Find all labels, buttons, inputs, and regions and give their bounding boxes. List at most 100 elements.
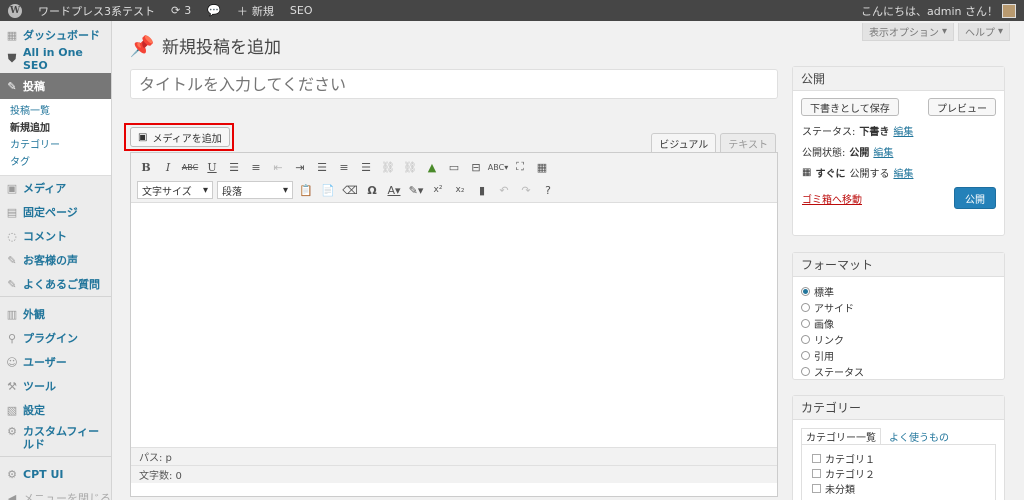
sidebar-item-faq[interactable]: ✎ よくあるご質問	[0, 272, 111, 296]
format-option-label: リンク	[814, 335, 844, 347]
editor-path-bar: パス: p	[131, 447, 777, 465]
save-draft-button[interactable]: 下書きとして保存	[801, 98, 899, 116]
sidebar-item-posts[interactable]: ✎ 投稿	[0, 73, 111, 99]
sidebar-item-tools[interactable]: ⚒ ツール	[0, 374, 111, 398]
move-to-trash-link[interactable]: ゴミ箱へ移動	[802, 191, 862, 206]
special-character-icon[interactable]: Ω	[363, 181, 381, 199]
bullet-list-icon[interactable]: ☰	[225, 158, 243, 176]
subscript-icon[interactable]: x₂	[451, 181, 469, 199]
underline-icon[interactable]: U	[203, 158, 221, 176]
format-option-image[interactable]: 画像	[793, 315, 1004, 331]
tab-most-used[interactable]: よく使うもの	[885, 428, 953, 444]
category-item[interactable]: カテゴリ２	[812, 466, 989, 481]
sidebar-item-cpt-ui[interactable]: ⚙ CPT UI	[0, 462, 111, 486]
redo-icon[interactable]: ↷	[517, 181, 535, 199]
text-color-icon[interactable]: A▾	[385, 181, 403, 199]
sidebar-item-testimonials[interactable]: ✎ お客様の声	[0, 248, 111, 272]
category-item[interactable]: 未分類	[812, 481, 989, 496]
edit-status-link[interactable]: 編集	[893, 123, 913, 138]
format-option-status[interactable]: ステータス	[793, 363, 1004, 379]
outdent-icon[interactable]: ⇤	[269, 158, 287, 176]
submenu-tags[interactable]: タグ	[0, 154, 111, 171]
radio[interactable]	[801, 334, 810, 344]
fullscreen-icon[interactable]: ⛶	[511, 158, 529, 176]
radio[interactable]	[801, 318, 810, 328]
radio[interactable]	[801, 350, 810, 360]
media-embed-icon[interactable]: ▮	[473, 181, 491, 199]
more-tag-icon[interactable]: ▭	[445, 158, 463, 176]
format-option-quote[interactable]: 引用	[793, 347, 1004, 363]
format-box-header[interactable]: フォーマット	[793, 253, 1004, 277]
numbered-list-icon[interactable]: ≡	[247, 158, 265, 176]
my-account-menu[interactable]: こんにちは、admin さん！	[853, 0, 1024, 21]
updates-link[interactable]: ⟳ 3	[163, 0, 199, 21]
link-icon[interactable]: ⛓	[379, 158, 397, 176]
sidebar-item-media[interactable]: ▣ メディア	[0, 176, 111, 200]
submenu-add-new[interactable]: 新規追加	[0, 120, 111, 137]
bold-icon[interactable]: B	[137, 158, 155, 176]
insert-image-icon[interactable]: ▲	[423, 158, 441, 176]
clear-formatting-icon[interactable]: ⌫	[341, 181, 359, 199]
unlink-icon[interactable]: ⛓	[401, 158, 419, 176]
paste-word-icon[interactable]: 📄	[319, 181, 337, 199]
font-size-select[interactable]: 文字サイズ ▾	[137, 181, 213, 199]
editor-content-area[interactable]	[131, 203, 777, 447]
checkbox[interactable]	[812, 454, 821, 463]
pin-icon: ✎	[7, 253, 17, 267]
tab-all-categories[interactable]: カテゴリー一覧	[801, 428, 881, 444]
tab-visual[interactable]: ビジュアル	[651, 133, 717, 152]
checkbox[interactable]	[812, 484, 821, 493]
format-option-aside[interactable]: アサイド	[793, 299, 1004, 315]
format-option-label: 画像	[814, 319, 834, 331]
preview-button[interactable]: プレビュー	[928, 98, 996, 116]
seo-menu-link[interactable]: SEO	[282, 0, 321, 21]
radio[interactable]	[801, 366, 810, 376]
sidebar-item-plugins[interactable]: ⚲ プラグイン	[0, 326, 111, 350]
collapse-menu-button[interactable]: ◀ メニューを閉じる	[0, 486, 111, 500]
italic-icon[interactable]: I	[159, 158, 177, 176]
background-color-icon[interactable]: ✎▾	[407, 181, 425, 199]
wordpress-logo-menu[interactable]: W	[0, 0, 30, 21]
format-option-link[interactable]: リンク	[793, 331, 1004, 347]
help-button[interactable]: ヘルプ ▾	[957, 23, 1010, 41]
site-name-link[interactable]: ワードプレス3系テスト	[30, 0, 163, 21]
sidebar-item-users[interactable]: ☺ ユーザー	[0, 350, 111, 374]
align-right-icon[interactable]: ☰	[357, 158, 375, 176]
screen-options-button[interactable]: 表示オプション ▾	[861, 23, 954, 41]
format-select[interactable]: 段落 ▾	[217, 181, 293, 199]
help-icon[interactable]: ?	[539, 181, 557, 199]
sidebar-item-pages[interactable]: ▤ 固定ページ	[0, 200, 111, 224]
undo-icon[interactable]: ↶	[495, 181, 513, 199]
sidebar-item-all-in-one-seo[interactable]: ⛊ All in One SEO	[0, 46, 111, 72]
sidebar-item-comments[interactable]: ◌ コメント	[0, 224, 111, 248]
category-item[interactable]: カテゴリ１	[812, 451, 989, 466]
indent-icon[interactable]: ⇥	[291, 158, 309, 176]
publish-button[interactable]: 公開	[954, 187, 996, 209]
radio-selected[interactable]	[801, 286, 810, 296]
format-option-standard[interactable]: 標準	[793, 283, 1004, 299]
radio[interactable]	[801, 302, 810, 312]
align-left-icon[interactable]: ☰	[313, 158, 331, 176]
comments-link[interactable]: 💬	[199, 0, 229, 21]
category-box-header[interactable]: カテゴリー	[793, 396, 1004, 420]
spellcheck-icon[interactable]: ABC▾	[488, 158, 508, 176]
checkbox[interactable]	[812, 469, 821, 478]
kitchen-sink-icon[interactable]: ▦	[533, 158, 551, 176]
edit-visibility-link[interactable]: 編集	[873, 144, 893, 159]
submenu-all-posts[interactable]: 投稿一覧	[0, 103, 111, 120]
paste-text-icon[interactable]: 📋	[297, 181, 315, 199]
page-break-icon[interactable]: ⊟	[467, 158, 485, 176]
publish-box-header[interactable]: 公開	[793, 67, 1004, 91]
new-content-link[interactable]: ＋新規	[229, 0, 282, 21]
edit-schedule-link[interactable]: 編集	[893, 165, 913, 180]
align-center-icon[interactable]: ≡	[335, 158, 353, 176]
sidebar-item-dashboard[interactable]: ▦ ダッシュボード	[0, 23, 111, 47]
strikethrough-icon[interactable]: ABC	[181, 158, 199, 176]
sidebar-item-appearance[interactable]: ▥ 外観	[0, 302, 111, 326]
superscript-icon[interactable]: x²	[429, 181, 447, 199]
sidebar-item-custom-fields[interactable]: ⚙ カスタムフィールド	[0, 422, 111, 456]
tab-text[interactable]: テキスト	[720, 133, 776, 152]
post-title-input[interactable]	[130, 69, 778, 99]
sidebar-item-settings[interactable]: ▧ 設定	[0, 398, 111, 422]
submenu-categories[interactable]: カテゴリー	[0, 137, 111, 154]
